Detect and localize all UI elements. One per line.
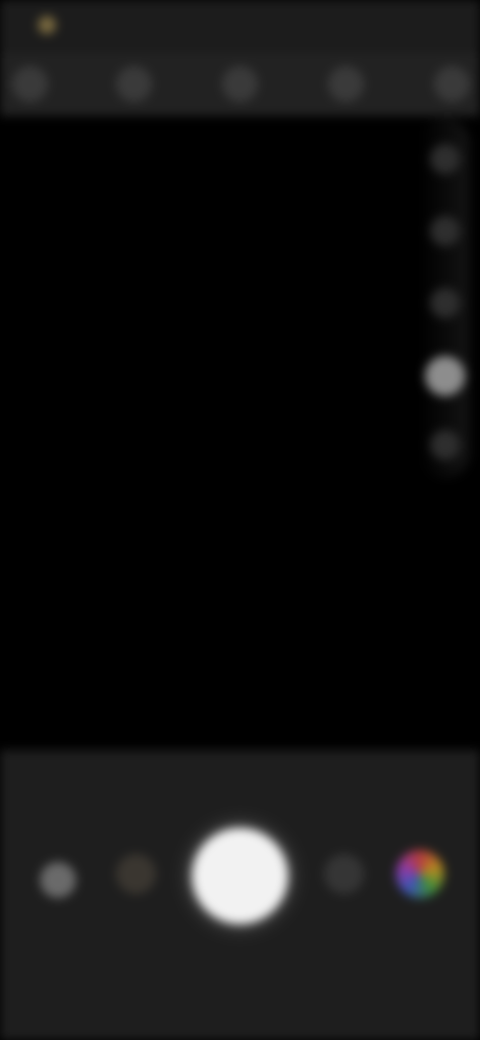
- notification-dot-icon: [38, 16, 56, 34]
- exposure-icon[interactable]: [430, 288, 460, 318]
- flash-icon[interactable]: [12, 66, 48, 102]
- beauty-icon[interactable]: [425, 356, 465, 396]
- settings-icon[interactable]: [434, 66, 470, 102]
- gallery-thumbnail-icon[interactable]: [40, 862, 76, 898]
- camera-screen: [0, 0, 480, 1040]
- mode-label-next[interactable]: [282, 980, 326, 998]
- switch-camera-icon[interactable]: [324, 854, 364, 894]
- hdr-icon[interactable]: [116, 66, 152, 102]
- shutter-button[interactable]: [192, 828, 288, 924]
- zoom-icon[interactable]: [430, 144, 460, 174]
- color-effects-icon[interactable]: [396, 850, 444, 898]
- viewfinder[interactable]: [0, 116, 480, 750]
- more-icon[interactable]: [430, 430, 460, 460]
- status-bar: [0, 0, 480, 52]
- filter-icon[interactable]: [116, 854, 156, 894]
- grid-icon[interactable]: [430, 216, 460, 246]
- side-controls: [420, 118, 470, 478]
- timer-icon[interactable]: [222, 66, 258, 102]
- bottom-controls: [0, 750, 480, 1040]
- mode-label-active[interactable]: [210, 978, 270, 998]
- aspect-ratio-icon[interactable]: [328, 66, 364, 102]
- top-toolbar: [0, 52, 480, 116]
